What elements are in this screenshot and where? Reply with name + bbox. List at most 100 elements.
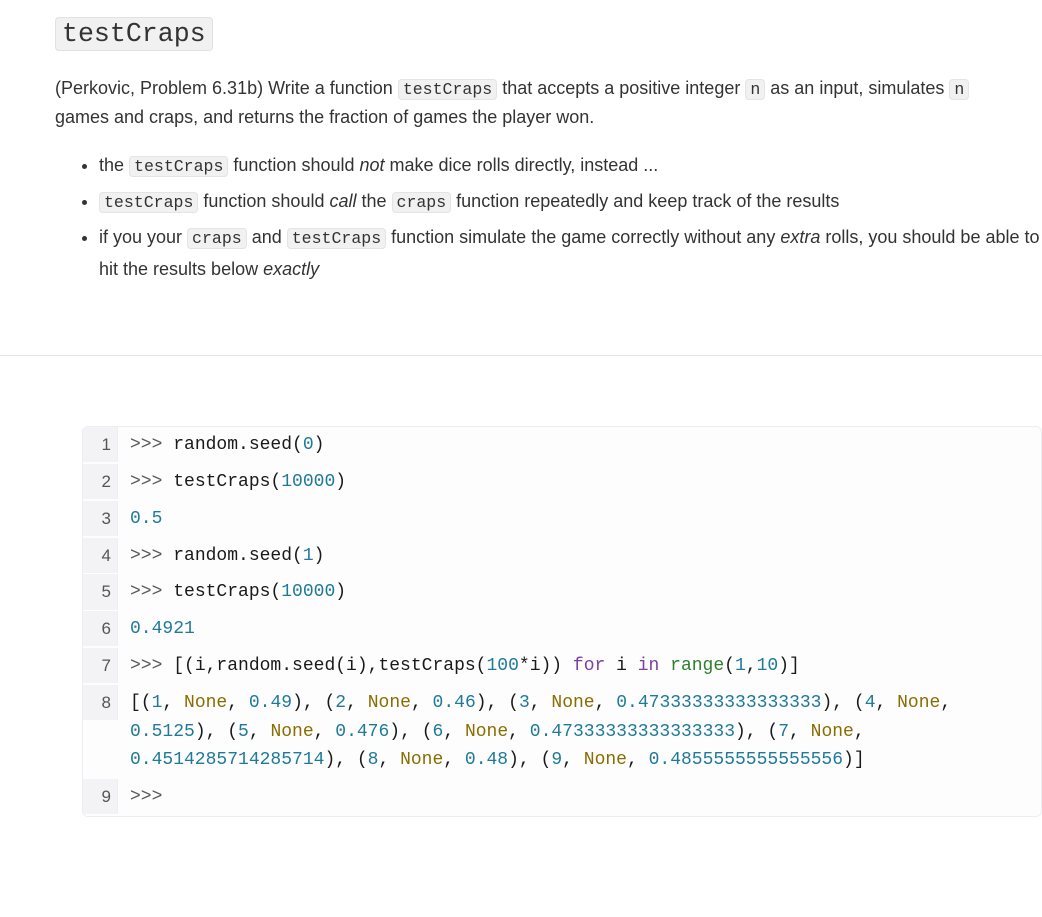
li-emphasis: not <box>360 155 385 175</box>
line-number: 3 <box>83 501 118 536</box>
number-literal: 9 <box>551 750 562 770</box>
inline-code-n: n <box>949 79 969 100</box>
inline-code-testcraps: testCraps <box>287 228 386 249</box>
code-token: , <box>162 693 184 713</box>
number-literal: 7 <box>778 722 789 742</box>
intro-text: (Perkovic, Problem 6.31b) Write a functi… <box>55 78 398 98</box>
inline-code-n: n <box>745 79 765 100</box>
number-literal: 10000 <box>281 582 335 602</box>
code-line: 5 >>> testCraps(10000) <box>83 574 1041 611</box>
code-token: i <box>605 656 637 676</box>
code-token: , <box>443 722 465 742</box>
li-text: make dice rolls directly, instead ... <box>385 155 659 175</box>
li-text: if you your <box>99 227 187 247</box>
li-text: function should <box>228 155 359 175</box>
line-number: 9 <box>83 779 118 814</box>
li-emphasis: exactly <box>263 259 319 279</box>
const-none: None <box>551 693 594 713</box>
line-number: 5 <box>83 574 118 609</box>
code-token: ), ( <box>476 693 519 713</box>
number-literal: 0.4514285714285714 <box>130 750 324 770</box>
code-token: , <box>876 693 898 713</box>
line-number: 8 <box>83 685 118 720</box>
code-token: , <box>854 722 876 742</box>
number-literal: 0.5125 <box>130 722 195 742</box>
number-literal: 2 <box>335 693 346 713</box>
const-none: None <box>465 722 508 742</box>
code-token: , <box>411 693 433 713</box>
number-literal: 0.47333333333333333 <box>530 722 735 742</box>
code-token: , <box>443 750 465 770</box>
problem-title: testCraps <box>55 10 1042 56</box>
code-content: [(1, None, 0.49), (2, None, 0.46), (3, N… <box>118 685 1041 779</box>
builtin-range: range <box>670 656 724 676</box>
line-number: 2 <box>83 464 118 499</box>
code-content: >>> testCraps(10000) <box>118 574 1041 611</box>
code-token: [( <box>130 693 152 713</box>
code-line: 2 >>> testCraps(10000) <box>83 464 1041 501</box>
repl-prompt: >>> <box>130 656 173 676</box>
number-literal: 10000 <box>281 472 335 492</box>
const-none: None <box>270 722 313 742</box>
li-text: and <box>247 227 287 247</box>
problem-statement: testCraps (Perkovic, Problem 6.31b) Writ… <box>55 10 1042 285</box>
const-none: None <box>368 693 411 713</box>
number-literal: 6 <box>433 722 444 742</box>
code-token: .seed( <box>238 435 303 455</box>
intro-text: games and craps, and returns the fractio… <box>55 107 594 127</box>
list-item: if you your craps and testCraps function… <box>99 222 1042 285</box>
repl-prompt: >>> <box>130 546 173 566</box>
li-text: function repeatedly and keep track of th… <box>451 191 839 211</box>
code-token: , <box>595 693 617 713</box>
const-none: None <box>400 750 443 770</box>
code-content: 0.4921 <box>118 611 1041 648</box>
repl-prompt: >>> <box>130 787 162 807</box>
code-content: >>> random.seed(0) <box>118 427 1041 464</box>
li-text: the <box>99 155 129 175</box>
output-value: 0.5 <box>130 509 162 529</box>
code-token: ), ( <box>389 722 432 742</box>
number-literal: 0.4855555555555556 <box>649 750 843 770</box>
code-content: >>> random.seed(1) <box>118 538 1041 575</box>
code-token: ), ( <box>324 750 367 770</box>
inline-code-testcraps: testCraps <box>398 79 497 100</box>
code-line: 1 >>> random.seed(0) <box>83 427 1041 464</box>
code-token: ), ( <box>292 693 335 713</box>
line-number: 6 <box>83 611 118 646</box>
list-item: the testCraps function should not make d… <box>99 150 1042 182</box>
const-none: None <box>184 693 227 713</box>
code-token: random <box>173 546 238 566</box>
code-token: , <box>227 693 249 713</box>
code-token: random <box>173 435 238 455</box>
code-line: 3 0.5 <box>83 501 1041 538</box>
number-literal: 0.476 <box>335 722 389 742</box>
code-token: [(i,random.seed(i),testCraps( <box>173 656 486 676</box>
document-root: testCraps (Perkovic, Problem 6.31b) Writ… <box>0 0 1042 917</box>
code-line: 4 >>> random.seed(1) <box>83 538 1041 575</box>
code-token: ), ( <box>508 750 551 770</box>
code-token: )] <box>778 656 800 676</box>
inline-code-testcraps: testCraps <box>99 192 198 213</box>
code-token: , <box>562 750 584 770</box>
const-none: None <box>811 722 854 742</box>
number-literal: 1 <box>735 656 746 676</box>
requirements-list: the testCraps function should not make d… <box>55 150 1042 285</box>
li-text: function simulate the game correctly wit… <box>386 227 780 247</box>
number-literal: 0 <box>303 435 314 455</box>
code-token: ), ( <box>735 722 778 742</box>
code-line: 9 >>> <box>83 779 1041 816</box>
code-token: , <box>530 693 552 713</box>
code-content: >>> <box>118 779 1041 816</box>
line-number: 4 <box>83 538 118 573</box>
code-token: , <box>789 722 811 742</box>
number-literal: 5 <box>238 722 249 742</box>
code-line: 8 [(1, None, 0.49), (2, None, 0.46), (3,… <box>83 685 1041 779</box>
repl-prompt: >>> <box>130 435 173 455</box>
code-token: , <box>940 693 962 713</box>
const-none: None <box>584 750 627 770</box>
output-value: 0.4921 <box>130 619 195 639</box>
code-token: testCraps( <box>173 472 281 492</box>
number-literal: 0.48 <box>465 750 508 770</box>
li-text: the <box>356 191 391 211</box>
code-token <box>659 656 670 676</box>
